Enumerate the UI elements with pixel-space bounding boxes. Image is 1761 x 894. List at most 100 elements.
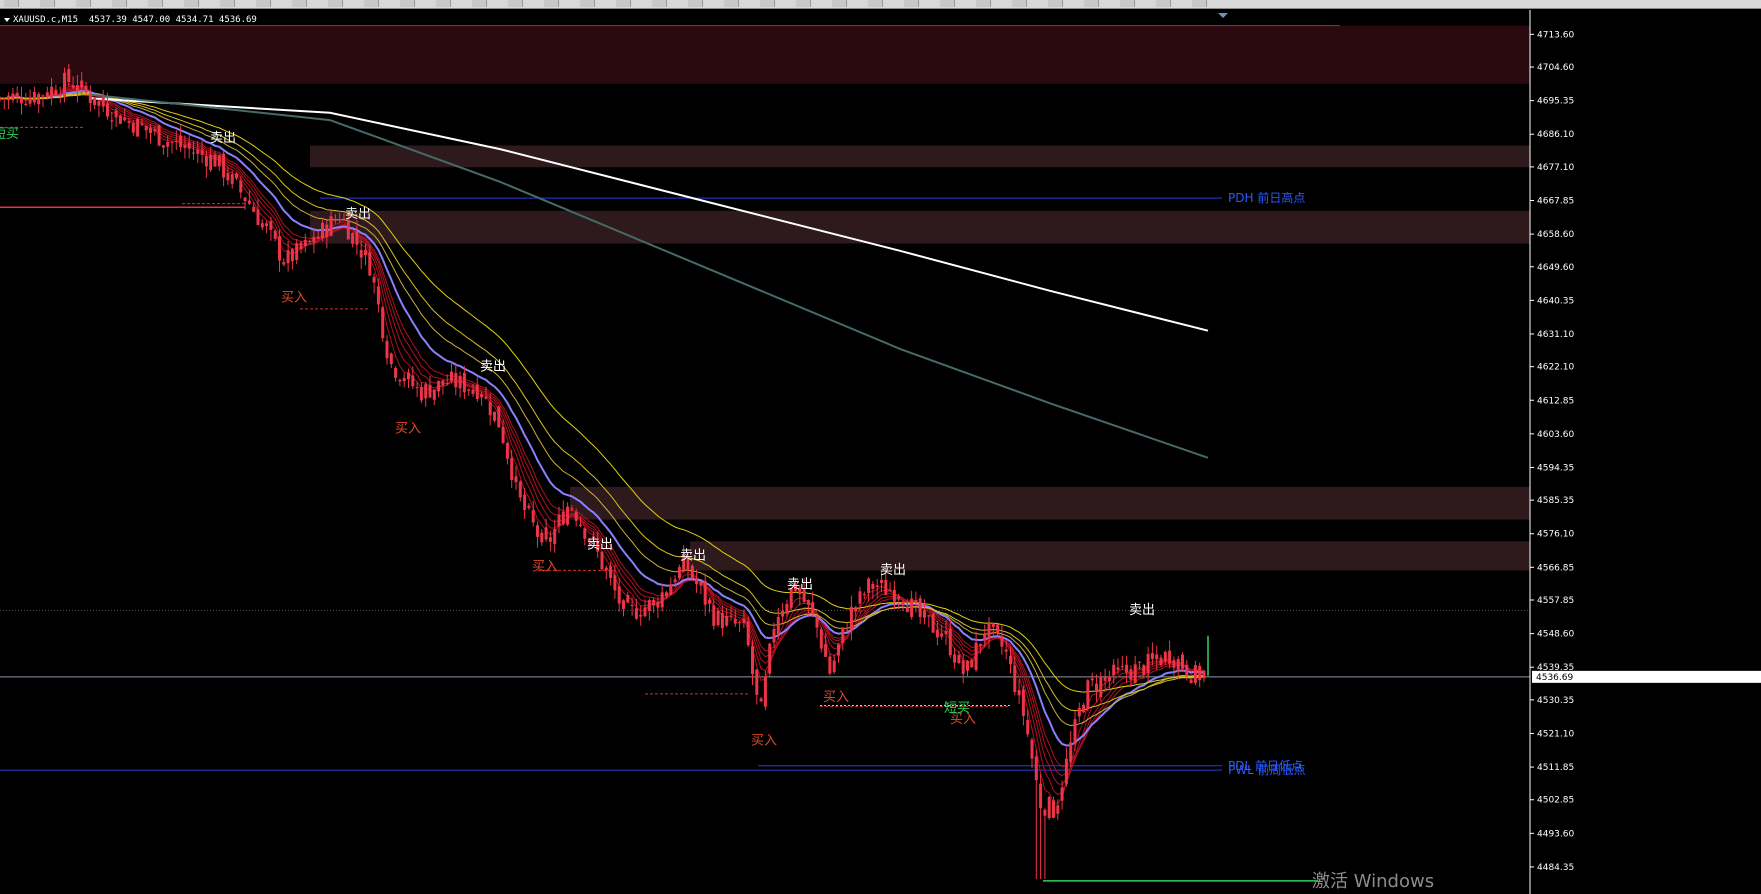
axis-tick-label: 4576.10: [1537, 530, 1574, 540]
candle-body: [1009, 655, 1012, 665]
candle-body: [1150, 653, 1154, 660]
candle-body: [381, 307, 385, 339]
candle-body: [445, 383, 449, 385]
candle-body: [88, 93, 92, 104]
price-chart[interactable]: PDH 前日高点PDL 前日低点PWL 前周低点 卖出卖出卖出卖出卖出卖出卖出卖…: [0, 0, 1761, 894]
candle-body: [634, 608, 638, 619]
candle-body: [600, 551, 604, 570]
ema-violet-line: [0, 89, 1205, 747]
candle-body: [845, 630, 849, 632]
current-price-label: 4536.69: [1536, 673, 1573, 683]
candle-body: [1017, 690, 1021, 696]
zone-rect: [690, 541, 1530, 571]
candle-body: [359, 250, 363, 258]
candle-body: [278, 236, 281, 261]
candle-body: [312, 236, 316, 243]
candle-body: [1021, 689, 1025, 716]
candle-body: [235, 173, 238, 179]
candle-body: [677, 567, 681, 579]
zone-rect: [570, 486, 1530, 520]
zone-rect: [0, 25, 1530, 84]
candle-body: [286, 250, 290, 264]
candle-body: [613, 575, 617, 591]
candle-body: [179, 135, 183, 148]
candle-body: [561, 511, 565, 525]
candle-body: [944, 631, 948, 635]
axis-tick-label: 4557.85: [1537, 596, 1574, 606]
candle-body: [269, 221, 273, 230]
candle-body: [488, 401, 492, 416]
candle-body: [1034, 756, 1038, 781]
candle-body: [656, 601, 660, 608]
signal-label: 卖出: [587, 538, 613, 553]
price-axis[interactable]: 4713.60 4704.60 4695.35 4686.10 4677.10 4667.…: [1529, 10, 1761, 894]
candle-body: [411, 375, 415, 387]
candle-body: [63, 72, 66, 97]
candle-body: [329, 216, 333, 236]
candle-body: [149, 127, 152, 133]
candle-body: [832, 660, 836, 672]
candle-body: [1043, 809, 1047, 816]
candle-body: [652, 599, 656, 606]
candle-body: [991, 623, 995, 628]
candle-body: [458, 375, 462, 389]
candle-body: [75, 84, 79, 92]
candle-body: [970, 659, 974, 668]
candle-body: [364, 250, 367, 255]
candle-body: [583, 528, 587, 539]
candle-body: [97, 100, 101, 106]
candle-body: [987, 622, 991, 639]
candle-body: [643, 607, 647, 617]
candle-body: [703, 580, 707, 605]
candle-body: [574, 511, 578, 521]
candle-body: [953, 654, 957, 663]
signal-label: 买入: [532, 559, 558, 574]
candle-body: [28, 97, 32, 104]
candle-body: [372, 276, 376, 283]
signal-label: 短买: [944, 701, 970, 716]
candle-body: [1185, 664, 1189, 677]
candle-body: [751, 646, 754, 675]
candle-body: [441, 380, 445, 386]
axis-tick-label: 4649.60: [1537, 263, 1574, 273]
candle-body: [849, 606, 853, 631]
candle-body: [824, 644, 828, 657]
candle-body: [1198, 666, 1202, 680]
candle-body: [131, 122, 135, 133]
dropdown-triangle-icon[interactable]: [4, 17, 10, 22]
signal-label: 卖出: [1129, 603, 1155, 618]
candle-body: [811, 602, 815, 614]
candle-body: [1077, 707, 1081, 717]
candle-body: [720, 613, 724, 629]
candle-body: [123, 118, 127, 121]
candle-body: [1047, 796, 1051, 819]
axis-tick-label: 4631.10: [1537, 330, 1574, 340]
axis-tick-label: 4521.10: [1537, 729, 1574, 739]
candle-body: [763, 676, 767, 707]
axis-tick-label: 4548.60: [1537, 630, 1574, 640]
candle-body: [200, 150, 204, 155]
candle-body: [106, 103, 109, 117]
candle-body: [80, 80, 84, 88]
candle-body: [854, 607, 858, 612]
axis-tick-label: 4695.35: [1537, 97, 1574, 107]
axis-tick-label: 4667.85: [1537, 197, 1574, 207]
candle-body: [871, 583, 875, 589]
candle-body: [157, 125, 161, 146]
candle-body: [957, 655, 961, 664]
candle-body: [540, 532, 544, 543]
candle-body: [325, 224, 329, 238]
candle-body: [11, 93, 15, 101]
candle-body: [548, 537, 552, 542]
candle-body: [1073, 719, 1077, 745]
candle-body: [695, 578, 699, 584]
candle-body: [140, 123, 144, 125]
ema-red-line: [0, 88, 1204, 768]
candle-body: [647, 600, 651, 612]
candle-body: [1060, 787, 1064, 801]
candle-body: [170, 142, 174, 144]
candle-body: [153, 129, 157, 132]
candle-body: [609, 566, 613, 578]
candle-body: [144, 125, 148, 131]
candle-body: [785, 603, 789, 614]
